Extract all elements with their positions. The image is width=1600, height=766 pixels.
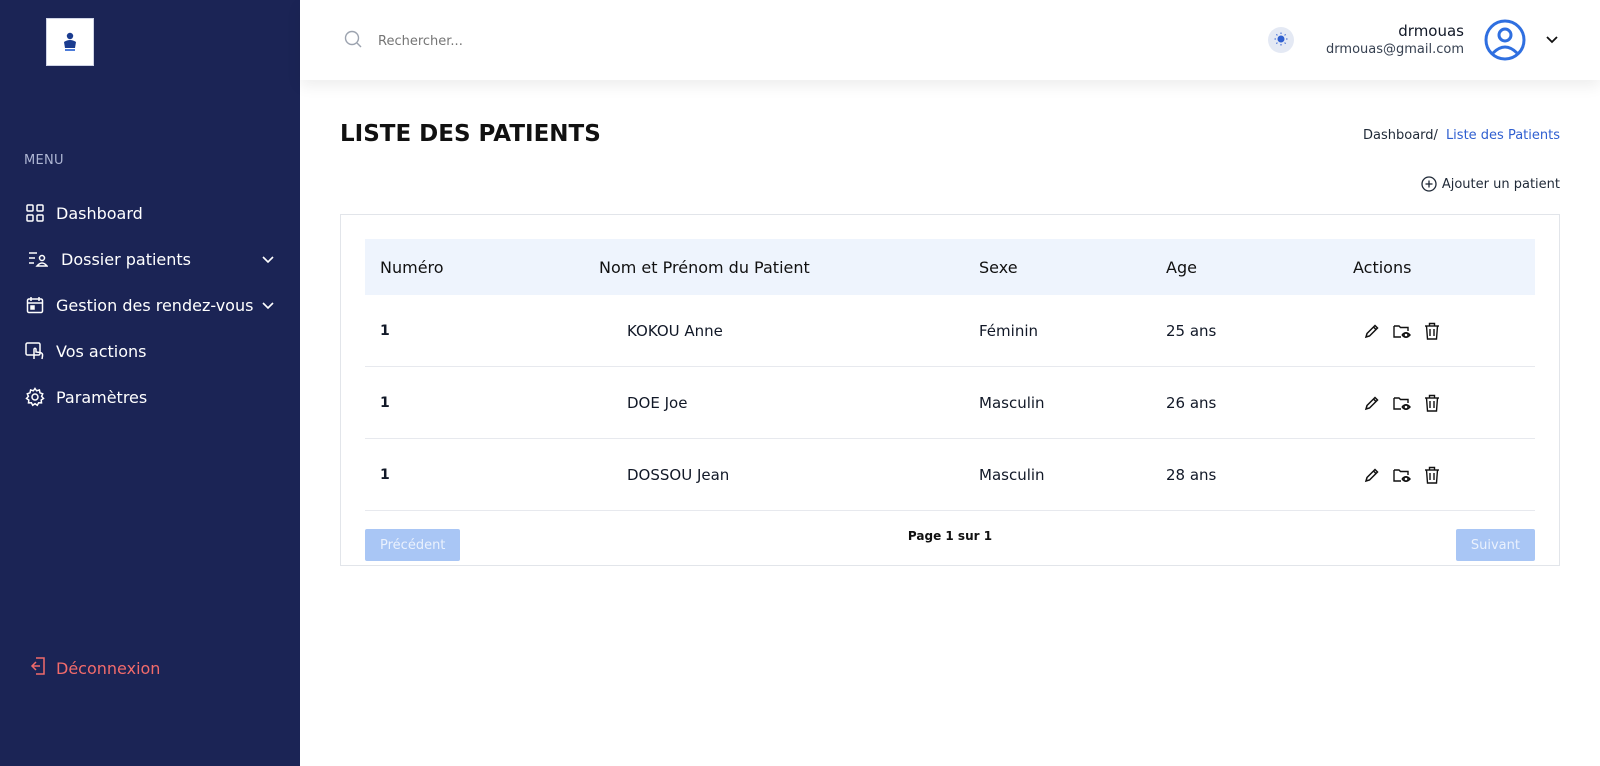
user-info[interactable]: drmouas drmouas@gmail.com [1326, 22, 1464, 57]
sidebar-item-label: Vos actions [56, 341, 147, 361]
sidebar-item-label: Paramètres [56, 387, 148, 407]
header-age: Age [1166, 257, 1197, 277]
search-icon [344, 30, 362, 52]
table-header: Numéro Nom et Prénom du Patient Sexe Age… [365, 239, 1535, 295]
cell-sexe: Masculin [979, 465, 1045, 484]
breadcrumb-home[interactable]: Dashboard/ [1363, 128, 1438, 143]
header-numero: Numéro [380, 257, 444, 277]
trash-icon[interactable] [1417, 464, 1447, 486]
plus-circle-icon [1421, 176, 1437, 192]
logout-icon [30, 656, 46, 680]
folder-users-icon [27, 248, 49, 270]
patients-table: Numéro Nom et Prénom du Patient Sexe Age… [365, 239, 1535, 511]
search-bar [344, 30, 678, 52]
cell-nom: DOE Joe [627, 393, 688, 412]
folder-eye-icon[interactable] [1387, 464, 1417, 486]
sidebar-item-label: Dossier patients [61, 249, 192, 269]
cell-sexe: Féminin [979, 321, 1038, 340]
folder-eye-icon[interactable] [1387, 320, 1417, 342]
logout-button[interactable]: Déconnexion [30, 656, 160, 680]
table-row: 1 DOE Joe Masculin 26 ans [365, 367, 1535, 439]
cell-actions [1353, 320, 1535, 342]
chevron-down-icon[interactable] [1544, 31, 1560, 47]
hand-pointer-icon [24, 340, 46, 362]
sidebar-item-rendez-vous[interactable]: Gestion des rendez-vous [0, 282, 300, 328]
sidebar-item-label: Gestion des rendez-vous [56, 295, 254, 315]
cell-actions [1353, 464, 1535, 486]
trash-icon[interactable] [1417, 392, 1447, 414]
cell-nom: KOKOU Anne [627, 321, 723, 340]
page-title: LISTE DES PATIENTS [340, 121, 601, 147]
folder-eye-icon[interactable] [1387, 392, 1417, 414]
grid-icon [24, 202, 46, 224]
cell-age: 25 ans [1166, 321, 1217, 340]
sidebar-item-parametres[interactable]: Paramètres [0, 374, 300, 420]
cell-actions [1353, 392, 1535, 414]
breadcrumb: Dashboard/Liste des Patients [1363, 128, 1560, 143]
sidebar-nav: Dashboard Dossier patients Gestion des r… [0, 190, 300, 420]
table-row: 1 KOKOU Anne Féminin 25 ans [365, 295, 1535, 367]
sidebar-item-dossier-patients[interactable]: Dossier patients [0, 236, 300, 282]
search-input[interactable] [378, 33, 678, 49]
user-email: drmouas@gmail.com [1326, 42, 1464, 57]
cell-numero: 1 [380, 466, 390, 483]
sidebar: MENU Dashboard Dossier patients Gestion … [0, 0, 300, 766]
user-circle-icon[interactable] [1484, 19, 1526, 61]
breadcrumb-current: Liste des Patients [1445, 128, 1560, 143]
page-info: Page 1 sur 1 [907, 529, 993, 543]
trash-icon[interactable] [1417, 320, 1447, 342]
user-name: drmouas [1398, 22, 1464, 40]
theme-toggle-button[interactable] [1268, 27, 1294, 53]
cell-age: 28 ans [1166, 465, 1217, 484]
pencil-icon[interactable] [1357, 320, 1387, 342]
sun-icon [1274, 31, 1288, 50]
pencil-icon[interactable] [1357, 392, 1387, 414]
patients-card: Numéro Nom et Prénom du Patient Sexe Age… [340, 214, 1560, 566]
cell-sexe: Masculin [979, 393, 1045, 412]
cell-numero: 1 [380, 394, 390, 411]
menu-title: MENU [24, 153, 64, 168]
chevron-down-icon [260, 297, 276, 313]
table-row: 1 DOSSOU Jean Masculin 28 ans [365, 439, 1535, 511]
sidebar-item-label: Dashboard [56, 203, 143, 223]
gear-icon [24, 386, 46, 408]
top-header: drmouas drmouas@gmail.com [300, 0, 1600, 80]
cell-numero: 1 [380, 322, 390, 339]
app-logo[interactable] [46, 18, 94, 66]
pencil-icon[interactable] [1357, 464, 1387, 486]
chevron-down-icon [260, 251, 276, 267]
sidebar-item-vos-actions[interactable]: Vos actions [0, 328, 300, 374]
header-actions: Actions [1353, 257, 1412, 277]
header-sexe: Sexe [979, 257, 1018, 277]
header-nom: Nom et Prénom du Patient [599, 257, 810, 277]
add-patient-label: Ajouter un patient [1441, 176, 1560, 192]
sidebar-item-dashboard[interactable]: Dashboard [0, 190, 300, 236]
cell-nom: DOSSOU Jean [627, 465, 730, 484]
logout-label: Déconnexion [56, 658, 161, 678]
next-button[interactable]: Suivant [1455, 529, 1535, 561]
add-patient-button[interactable]: Ajouter un patient [1421, 176, 1560, 192]
cell-age: 26 ans [1166, 393, 1217, 412]
calendar-icon [24, 294, 46, 316]
pagination: Précédent Page 1 sur 1 Suivant [365, 529, 1535, 561]
